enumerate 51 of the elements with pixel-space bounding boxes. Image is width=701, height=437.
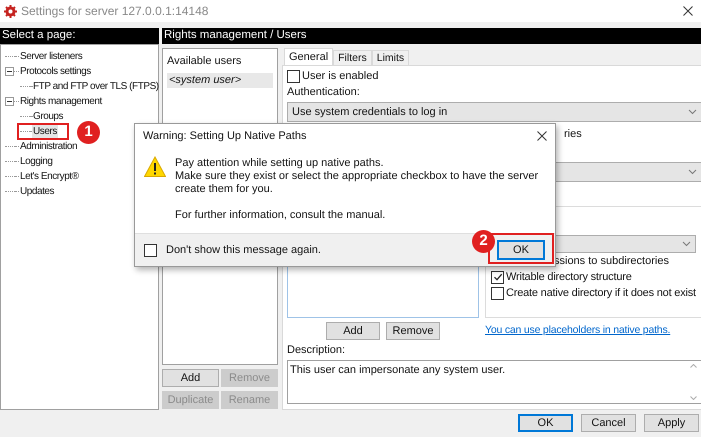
- field-label: Description:: [287, 342, 346, 358]
- collapse-icon[interactable]: [5, 67, 14, 76]
- tab[interactable]: Limits: [372, 50, 410, 65]
- highlight-frame: [17, 123, 69, 140]
- user-action-button[interactable]: Add: [162, 369, 219, 387]
- ok-button[interactable]: OK: [497, 240, 545, 260]
- app-logo-icon: [4, 4, 17, 18]
- tab[interactable]: Filters: [333, 50, 372, 65]
- placeholders-link[interactable]: You can use placeholders in native paths.: [485, 323, 670, 339]
- chevron-down-icon: [688, 109, 697, 115]
- close-icon[interactable]: [537, 131, 547, 141]
- authentication-dropdown[interactable]: Use system credentials to log in: [287, 102, 701, 122]
- checkbox-label: User is enabled: [302, 68, 378, 84]
- dialog-message: Pay attention while setting up native paths.: [175, 157, 385, 170]
- dialog-button[interactable]: OK: [518, 414, 573, 432]
- tree-item[interactable]: Updates: [19, 184, 56, 199]
- dialog-message: For further information, consult the manual.: [175, 209, 386, 222]
- warning-icon: [144, 156, 166, 178]
- option-label: ries: [564, 126, 582, 142]
- collapse-icon[interactable]: [5, 97, 14, 106]
- user-item[interactable]: <system user>: [167, 72, 273, 88]
- checkbox-label: Don't show this message again.: [166, 242, 322, 258]
- tree-item[interactable]: Protocols settings: [19, 64, 92, 79]
- page-header: Rights management / Users: [162, 28, 701, 44]
- checkbox[interactable]: [491, 270, 504, 284]
- checkbox-label: Writable directory structure: [506, 270, 632, 285]
- dialog-title: Warning: Setting Up Native Paths: [143, 128, 308, 144]
- checkbox[interactable]: [491, 286, 504, 300]
- list-header: Available users: [167, 54, 242, 69]
- path-button[interactable]: Remove: [386, 322, 440, 340]
- dialog-message: Make sure they exist or select the appropriate checkbox to have the server create them for you.: [175, 170, 540, 196]
- panel-header: Select a page:: [0, 28, 159, 44]
- tree-item[interactable]: Server listeners: [19, 49, 84, 64]
- tree-item[interactable]: Groups: [32, 109, 64, 124]
- tree-item[interactable]: Logging: [19, 154, 54, 169]
- checkbox[interactable]: [144, 244, 157, 256]
- tab[interactable]: General: [284, 48, 334, 65]
- window-title: Settings for server 127.0.0.1:14148: [21, 3, 208, 20]
- checkbox-label: Create native directory if it does not exist: [506, 286, 696, 301]
- dialog-button[interactable]: Cancel: [581, 414, 636, 432]
- path-button[interactable]: Add: [326, 322, 380, 340]
- chevron-down-icon: [682, 241, 691, 247]
- chevron-down-icon: [688, 169, 697, 175]
- tree-item[interactable]: Administration: [19, 139, 78, 154]
- tree-item[interactable]: FTP and FTP over TLS (FTPS): [32, 79, 160, 94]
- tree-item[interactable]: Let's Encrypt®: [19, 169, 80, 184]
- dialog-button[interactable]: Apply: [644, 414, 699, 432]
- field-label: Authentication:: [287, 84, 361, 100]
- checkbox[interactable]: [287, 70, 300, 82]
- tree-item[interactable]: Rights management: [19, 94, 103, 109]
- close-icon[interactable]: [683, 6, 693, 16]
